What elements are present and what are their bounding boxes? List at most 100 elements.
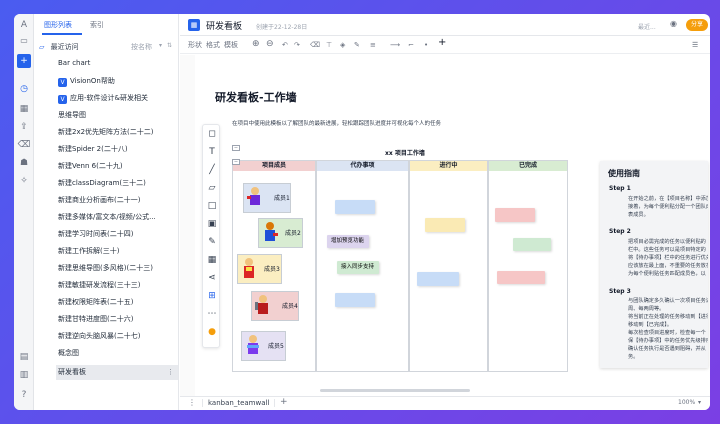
list-item[interactable]: 新建学习时间表(二十四) — [58, 229, 176, 243]
trash-icon[interactable]: ⌫ — [17, 138, 31, 152]
share-button[interactable]: 分享 — [686, 19, 708, 31]
pen-icon[interactable]: ✎ — [205, 235, 219, 249]
sticky-note[interactable]: 增加预览功能 — [327, 235, 369, 248]
member-card[interactable]: 成员1 — [243, 183, 291, 213]
star-icon[interactable]: ✧ — [17, 174, 31, 188]
tab-shape-list[interactable]: 图形列表 — [44, 20, 72, 30]
redo-icon[interactable]: ↷ — [294, 39, 300, 51]
list-item[interactable]: 新建2x2优先矩阵方法(二十二) — [58, 127, 176, 141]
list-item[interactable]: 概念图 — [58, 348, 176, 362]
list-item[interactable]: 新建Venn 6(二十九) — [58, 161, 176, 175]
tool-bar: 形状 格式 模板 ⊕ ⊖ ↶ ↷ ⌫ ⊤ ◈ ✎ ≡ ⟶ ⌐ • + ☰ — [180, 36, 710, 54]
list-item[interactable]: 新建甘特进度图(二十六) — [58, 314, 176, 328]
list-item[interactable]: 新建Spider 2(二十八) — [58, 144, 176, 158]
list-item[interactable]: 新建多媒体/富文本/视频/公式... — [58, 212, 176, 226]
list-item[interactable]: 新建工作拆解(三十) — [58, 246, 176, 260]
list-item[interactable]: 新建商业分析画布(二十一) — [58, 195, 176, 209]
collapse-icon[interactable]: − — [232, 159, 240, 165]
sort-button[interactable]: 按名称 — [131, 42, 152, 52]
connector-icon[interactable]: ⌐ — [408, 39, 414, 51]
layout-icon[interactable]: ▥ — [17, 368, 31, 382]
tab-underline — [42, 33, 82, 35]
list-item[interactable]: 新建思维导图(多风格)(二十三) — [58, 263, 176, 277]
zoom-in-icon[interactable]: ⊕ — [252, 38, 260, 50]
column-header: 代办事项 — [317, 161, 408, 171]
team-icon[interactable]: ☗ — [17, 156, 31, 170]
template-icon[interactable]: ⊞ — [205, 289, 219, 303]
collapse-icon[interactable]: − — [232, 145, 240, 151]
page-menu-icon[interactable]: ⋮ — [188, 398, 196, 407]
clock-icon[interactable]: ◷ — [17, 82, 31, 96]
rectangle-icon[interactable]: □ — [205, 199, 219, 213]
recent-folder[interactable]: ▱ 最近访问 按名称 ▾ ⇅ — [39, 42, 177, 56]
folder-icon: ▱ — [39, 43, 45, 51]
sticky-note[interactable] — [335, 293, 375, 307]
line-style-icon[interactable]: ≡ — [370, 39, 376, 51]
insert-icon[interactable]: + — [438, 37, 446, 49]
panel-icon[interactable]: ▤ — [17, 350, 31, 364]
member-name: 成员3 — [264, 266, 280, 273]
list-item-selected[interactable]: 研发看板 ⋮ — [56, 365, 178, 380]
sticky-note[interactable] — [497, 271, 545, 284]
horizontal-scrollbar[interactable] — [320, 389, 470, 392]
line-icon[interactable]: ╱ — [205, 163, 219, 177]
sticky-note[interactable]: 接入同步支持 — [337, 261, 379, 274]
panel-toggle-icon[interactable]: ☰ — [692, 39, 698, 51]
member-card[interactable]: 成员5 — [241, 331, 286, 361]
sort-order-icon[interactable]: ⇅ — [167, 42, 172, 49]
zoom-chevron-icon[interactable]: ▾ — [698, 399, 701, 406]
share-icon[interactable]: ⇪ — [17, 120, 31, 134]
member-card[interactable]: 成员4 — [251, 291, 299, 321]
more-icon[interactable]: ⋮ — [167, 365, 174, 380]
page-tab[interactable]: kanban_teamwall — [202, 399, 276, 407]
more-icon[interactable]: ⋯ — [205, 307, 219, 321]
member-card[interactable]: 成员3 — [237, 254, 282, 284]
item-label: 新建敏捷研发流程(三十三) — [58, 281, 141, 289]
sticker-icon[interactable]: ● — [205, 325, 219, 339]
fill-color-icon[interactable]: ◈ — [340, 39, 345, 51]
list-item[interactable]: 新建逆向头脑风暴(二十七) — [58, 331, 176, 345]
list-item[interactable]: 思维导图 — [58, 110, 176, 124]
list-item[interactable]: 新建敏捷研发流程(三十三) — [58, 280, 176, 294]
tab-index[interactable]: 索引 — [90, 20, 104, 30]
canvas[interactable]: 研发看板-工作墙 在项目中使用此模板以了解团队的最新进展，轻松跟踪团队进度并可视… — [180, 55, 710, 396]
waypoint-icon[interactable]: • — [424, 39, 428, 51]
sticky-note[interactable] — [417, 272, 459, 286]
undo-icon[interactable]: ↶ — [282, 39, 288, 51]
grid-icon[interactable]: ▦ — [17, 102, 31, 116]
zoom-level[interactable]: 100% — [678, 399, 695, 406]
image-icon[interactable]: ▣ — [205, 217, 219, 231]
tab-format[interactable]: 格式 — [206, 39, 220, 51]
sticky-note-icon[interactable]: ▱ — [205, 181, 219, 195]
arrow-style-icon[interactable]: ⟶ — [390, 39, 400, 51]
connector-icon[interactable]: ⋖ — [205, 271, 219, 285]
list-item[interactable]: V 应用-软件设计&研发相关 — [58, 93, 176, 107]
list-item[interactable]: V VisionOn帮助 — [58, 76, 176, 90]
folder-icon[interactable]: ▭ — [17, 34, 31, 48]
text-icon[interactable]: T — [205, 145, 219, 159]
tab-shapes[interactable]: 形状 — [188, 39, 202, 51]
line-color-icon[interactable]: ✎ — [354, 39, 360, 51]
page: 研发看板-工作墙 在项目中使用此模板以了解团队的最新进展，轻松跟踪团队进度并可视… — [195, 55, 710, 396]
list-item[interactable]: 新建classDiagram(三十二) — [58, 178, 176, 192]
zoom-out-icon[interactable]: ⊖ — [266, 38, 274, 50]
sticky-note[interactable] — [335, 200, 375, 214]
doc-title[interactable]: 研发看板 — [206, 19, 242, 32]
sticky-note[interactable] — [425, 218, 465, 232]
sticky-note[interactable] — [495, 208, 535, 222]
sticky-note[interactable] — [513, 238, 551, 251]
delete-icon[interactable]: ⌫ — [310, 39, 320, 51]
help-icon[interactable]: ? — [17, 388, 31, 402]
eye-icon[interactable]: ◉ — [670, 19, 677, 28]
member-card[interactable]: 成员2 — [258, 218, 303, 248]
shape-icon[interactable]: ◻ — [205, 127, 219, 141]
tab-template[interactable]: 模板 — [224, 39, 238, 51]
list-item[interactable]: 新建权限矩阵表(二十五) — [58, 297, 176, 311]
add-icon[interactable]: + — [17, 54, 31, 68]
add-page-icon[interactable]: + — [280, 397, 288, 407]
list-item[interactable]: Bar chart — [58, 59, 176, 73]
sort-chevron-icon[interactable]: ▾ — [159, 42, 162, 49]
table-icon[interactable]: ▦ — [205, 253, 219, 267]
format-painter-icon[interactable]: ⊤ — [326, 39, 332, 51]
text-a-icon[interactable]: A — [17, 18, 31, 32]
